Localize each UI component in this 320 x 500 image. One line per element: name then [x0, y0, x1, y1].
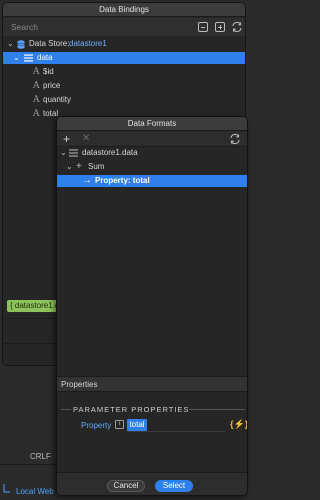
format-tree-sum[interactable]: ⌄ + Sum	[57, 161, 247, 173]
data-formats-panel: Data Formats + ✕ ⌄ datastore1.data ⌄ + S…	[56, 116, 248, 496]
tree-item-id[interactable]: A $id	[3, 66, 245, 78]
parameter-properties-heading: PARAMETER PROPERTIES	[73, 405, 190, 414]
search-bar[interactable]: Search	[3, 18, 245, 36]
properties-header: Properties	[57, 376, 247, 392]
collapse-all-button[interactable]	[198, 22, 208, 32]
plus-icon: +	[76, 161, 82, 172]
datastore-label: Data Store:	[29, 39, 70, 48]
line-ending-indicator[interactable]: CRLF	[30, 452, 51, 461]
tree-item-label: data	[37, 53, 53, 62]
property-label: Property	[81, 421, 112, 430]
add-icon[interactable]: +	[63, 132, 70, 146]
data-bindings-title: Data Bindings	[3, 3, 245, 17]
field-underline	[127, 431, 225, 432]
info-icon[interactable]: i	[115, 420, 124, 429]
tree-item-label: datastore1.data	[82, 148, 138, 157]
array-icon	[24, 54, 33, 62]
arrow-right-icon: →	[82, 175, 92, 186]
expand-all-button[interactable]	[215, 22, 225, 32]
dialog-footer: Cancel Select	[57, 472, 247, 495]
tree-item-price[interactable]: A price	[3, 80, 245, 92]
text-field-icon: A	[33, 109, 40, 119]
format-tree-datastore[interactable]: ⌄ datastore1.data	[57, 147, 247, 159]
tree-item-data[interactable]: ⌄ data	[3, 52, 245, 64]
datastore-row[interactable]: ⌄ Data Store: datastore1	[3, 38, 245, 50]
cancel-button[interactable]: Cancel	[107, 480, 145, 492]
tree-item-label: $id	[43, 67, 54, 76]
search-input[interactable]: Search	[11, 22, 38, 32]
text-field-icon: A	[33, 67, 40, 77]
datastore-name: datastore1	[69, 39, 107, 48]
local-web-server-item[interactable]: Local Web S	[16, 487, 61, 496]
select-button[interactable]: Select	[155, 480, 193, 492]
refresh-icon[interactable]	[229, 133, 241, 145]
tree-item-label: Property: total	[95, 176, 150, 185]
tree-item-quantity[interactable]: A quantity	[3, 94, 245, 106]
text-field-icon: A	[33, 95, 40, 105]
tree-branch-icon	[3, 484, 10, 493]
chevron-down-icon[interactable]: ⌄	[60, 147, 67, 159]
chevron-down-icon[interactable]: ⌄	[7, 38, 14, 50]
format-tree-property-total[interactable]: → Property: total	[57, 175, 247, 187]
database-icon	[17, 40, 25, 49]
tree-item-label: quantity	[43, 95, 72, 104]
tree-item-label: price	[43, 81, 61, 90]
binding-expression-chip[interactable]: { datastore1.d	[7, 300, 59, 312]
tree-item-label: Sum	[88, 162, 105, 171]
dynamic-data-icon[interactable]: {⚡}	[230, 419, 247, 430]
remove-icon[interactable]: ✕	[82, 133, 90, 144]
refresh-icon[interactable]	[231, 21, 243, 33]
array-icon	[69, 149, 78, 157]
divider	[0, 464, 56, 465]
chevron-down-icon[interactable]: ⌄	[13, 52, 20, 64]
divider	[61, 409, 71, 410]
property-value-field[interactable]: total	[127, 419, 147, 431]
formats-toolbar: + ✕	[57, 131, 247, 147]
data-formats-title: Data Formats	[57, 117, 247, 131]
text-field-icon: A	[33, 81, 40, 91]
divider	[189, 409, 245, 410]
chevron-down-icon[interactable]: ⌄	[66, 161, 73, 173]
